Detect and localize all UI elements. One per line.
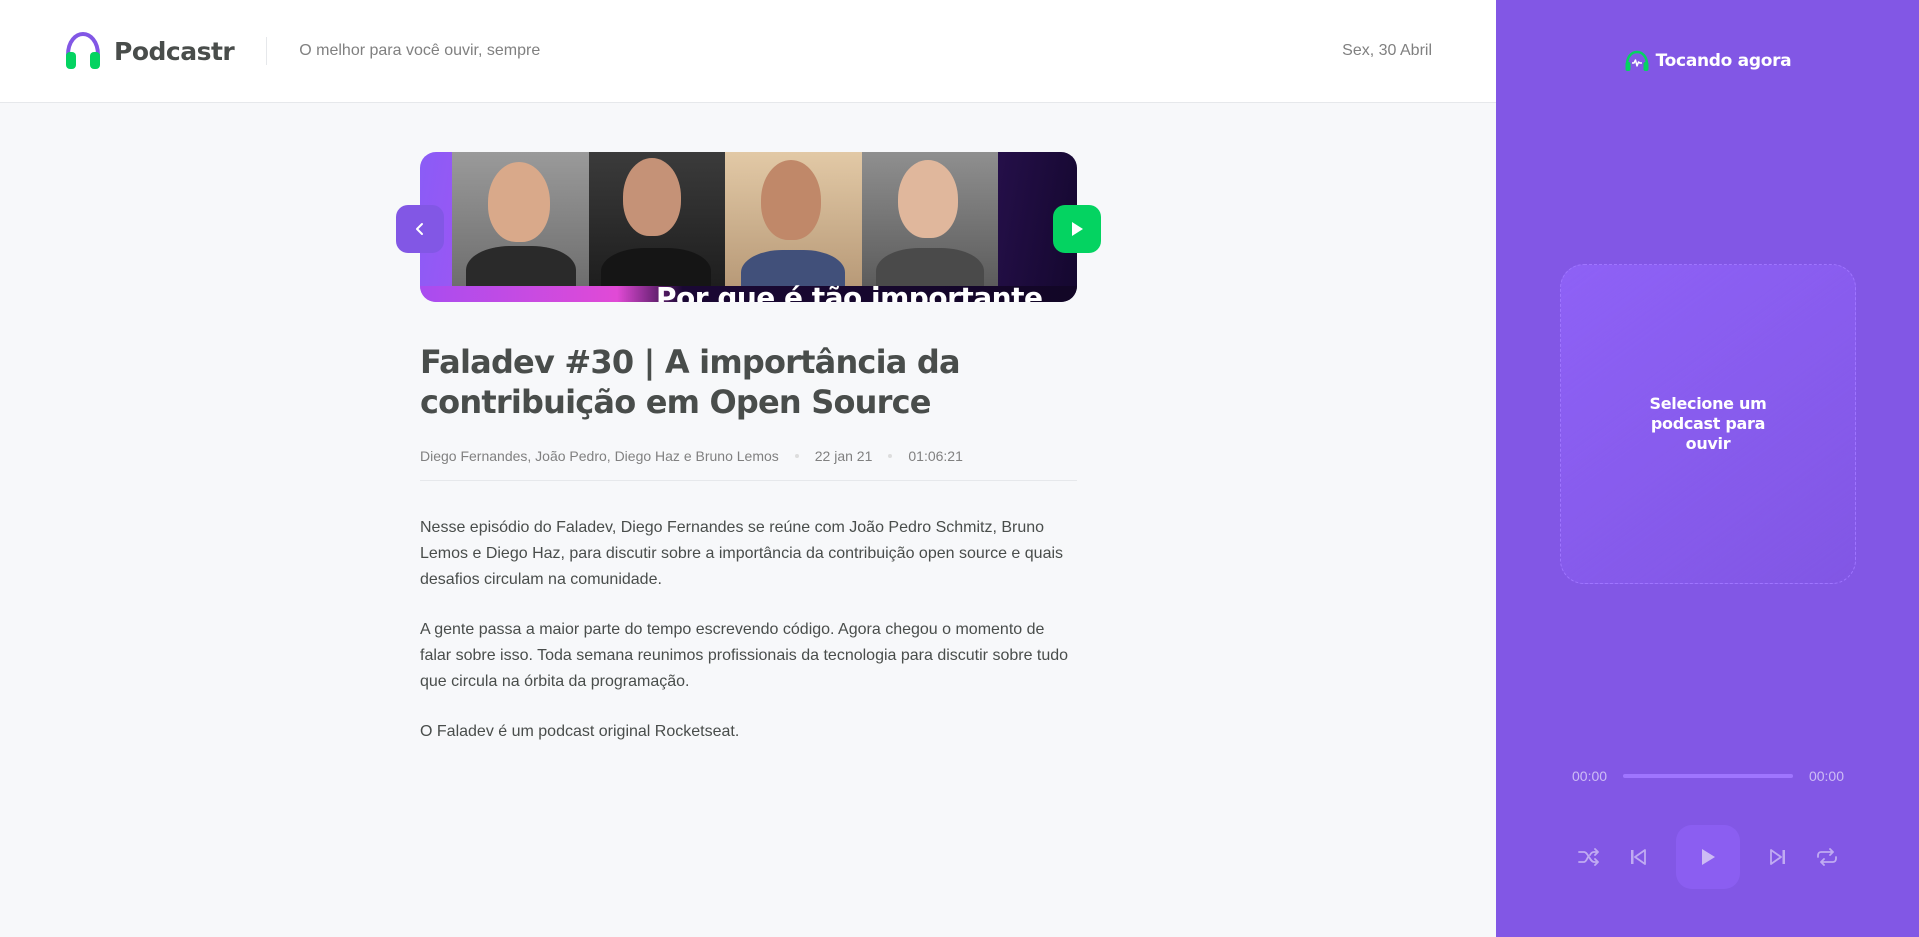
player-heading: Tocando agora: [1655, 51, 1792, 71]
episode-meta: Diego Fernandes, João Pedro, Diego Haz e…: [420, 448, 1077, 481]
episode-description: Nesse episódio do Faladev, Diego Fernand…: [420, 515, 1077, 745]
thumbnail-photos: [452, 152, 998, 286]
empty-player-card: Selecione um podcast para ouvir: [1560, 264, 1856, 584]
header: Podcastr O melhor para você ouvir, sempr…: [0, 0, 1496, 103]
episode-thumbnail: Por que é tão importante: [420, 152, 1077, 302]
shuffle-button[interactable]: [1578, 848, 1600, 866]
episode-members: Diego Fernandes, João Pedro, Diego Haz e…: [420, 448, 779, 464]
description-paragraph: A gente passa a maior parte do tempo esc…: [420, 621, 1069, 690]
app-name: Podcastr: [114, 36, 235, 66]
headphones-playing-icon: [1625, 50, 1649, 71]
play-icon: [1702, 849, 1715, 865]
description-paragraph: Nesse episódio do Faladev, Diego Fernand…: [420, 519, 1064, 588]
empty-player-message: Selecione um podcast para ouvir: [1649, 394, 1767, 453]
header-divider: [266, 37, 268, 65]
chevron-left-icon: [416, 223, 423, 235]
skip-next-icon: [1770, 849, 1785, 865]
thumbnail-photo-2: [588, 152, 725, 286]
episode-date: 22 jan 21: [814, 448, 873, 464]
thumbnail-caption: Por que é tão importante: [656, 281, 1043, 302]
player-progress: 00:00 00:00: [1572, 768, 1844, 784]
play-icon: [1072, 222, 1083, 236]
progress-track[interactable]: [1623, 774, 1793, 778]
episode-page: Por que é tão importante Faladev #30 | A…: [396, 152, 1101, 769]
back-button[interactable]: [396, 205, 444, 253]
headphones-icon: [66, 31, 100, 69]
player-header: Tocando agora: [1496, 50, 1919, 72]
current-date: Sex, 30 Abril: [1342, 42, 1432, 59]
thumbnail-photo-3: [725, 152, 862, 286]
description-paragraph: O Faladev é um podcast original Rocketse…: [420, 723, 740, 740]
episode-thumbnail-container: Por que é tão importante: [396, 152, 1101, 302]
current-time: 00:00: [1572, 768, 1608, 784]
meta-separator: [794, 454, 799, 458]
player-controls: [1578, 825, 1838, 889]
total-time: 00:00: [1808, 768, 1844, 784]
logo[interactable]: Podcastr: [64, 31, 235, 71]
tagline: O melhor para você ouvir, sempre: [299, 42, 541, 59]
episode-title: Faladev #30 | A importância da contribui…: [420, 343, 961, 421]
meta-separator: [888, 454, 893, 458]
play-button[interactable]: [1676, 825, 1740, 889]
repeat-icon: [1817, 848, 1837, 866]
thumbnail-photo-1: [452, 152, 589, 286]
shuffle-icon: [1578, 848, 1599, 866]
episode-duration: 01:06:21: [908, 448, 963, 464]
play-episode-button[interactable]: [1053, 205, 1101, 253]
next-button[interactable]: [1769, 848, 1787, 866]
previous-button[interactable]: [1629, 848, 1647, 866]
skip-previous-icon: [1631, 849, 1646, 865]
thumbnail-photo-4: [861, 152, 998, 286]
player: Tocando agora Selecione um podcast para …: [1496, 0, 1919, 937]
repeat-button[interactable]: [1816, 848, 1838, 866]
